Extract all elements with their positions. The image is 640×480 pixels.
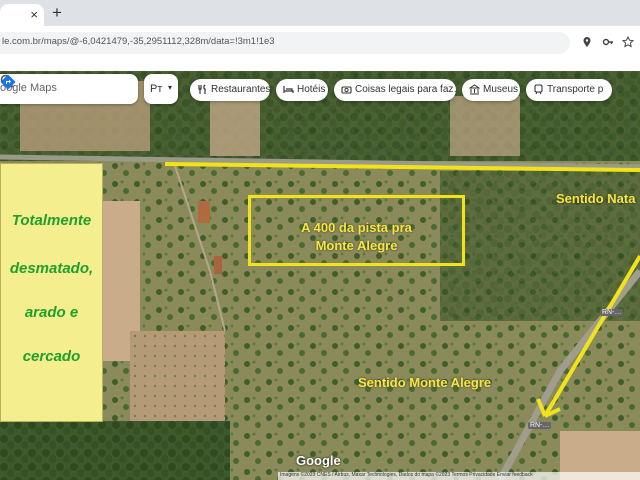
annotation-line-2: Monte Alegre — [315, 238, 398, 253]
close-tab-icon[interactable]: × — [30, 7, 38, 22]
chip-label: Museus — [483, 84, 519, 95]
new-tab-button[interactable]: + — [52, 3, 62, 23]
fork-knife-icon — [198, 84, 206, 94]
annotation-box: A 400 da pista pra Monte Alegre — [248, 195, 465, 266]
panel-line-4: cercado — [22, 348, 81, 365]
location-pin-icon[interactable] — [581, 36, 593, 48]
bed-icon — [283, 86, 294, 93]
language-selector[interactable]: Pт ▾ — [144, 74, 178, 104]
camera-icon — [341, 86, 352, 94]
chip-museus[interactable]: Museus — [462, 79, 520, 101]
chip-label: Transporte p — [547, 84, 604, 95]
key-icon[interactable] — [602, 36, 614, 48]
chip-label: Restaurantes — [211, 84, 270, 95]
chip-transporte[interactable]: Transporte p — [526, 79, 612, 101]
browser-tab[interactable]: × — [0, 4, 44, 26]
panel-line-3: arado e — [24, 304, 79, 321]
panel-line-2: desmatado, — [9, 260, 94, 277]
google-logo: Google — [296, 453, 341, 468]
map-attribution: Imagens ©2023 CNES / Airbus, Maxar Techn… — [278, 472, 640, 480]
museum-icon — [469, 84, 480, 95]
sentido-natal-label: Sentido Nata — [556, 191, 636, 206]
description-panel: Totalmente desmatado, arado e cercado — [0, 163, 103, 422]
annotation-line-1: A 400 da pista pra — [301, 220, 412, 235]
chip-label: Coisas legais para faz… — [355, 84, 456, 95]
chip-restaurantes[interactable]: Restaurantes — [190, 79, 270, 101]
chevron-down-icon: ▾ — [168, 83, 173, 92]
satellite-map[interactable]: oogle Maps Pт ▾ Restaurantes Hotéis Cois… — [0, 71, 640, 480]
browser-toolbar: le.com.br/maps/@-6,0421479,-35,2951112,3… — [0, 26, 640, 72]
chip-hoteis[interactable]: Hotéis — [276, 79, 328, 101]
road-badge: RN-… — [528, 422, 552, 429]
chip-coisas-legais[interactable]: Coisas legais para faz… — [334, 79, 456, 101]
train-icon — [534, 84, 543, 95]
panel-line-1: Totalmente — [11, 212, 92, 229]
road-badge: RN-… — [600, 309, 624, 316]
language-label: Pт — [150, 83, 163, 95]
tab-strip: × + — [0, 0, 640, 26]
sentido-monte-alegre-label: Sentido Monte Alegre — [358, 375, 492, 390]
bookmark-star-icon[interactable] — [622, 36, 634, 48]
address-bar[interactable]: le.com.br/maps/@-6,0421479,-35,2951112,3… — [0, 32, 570, 54]
url-text: le.com.br/maps/@-6,0421479,-35,2951112,3… — [2, 36, 275, 47]
chip-label: Hotéis — [297, 84, 326, 95]
maps-search-box[interactable]: oogle Maps — [0, 74, 138, 104]
directions-icon[interactable] — [0, 74, 16, 90]
